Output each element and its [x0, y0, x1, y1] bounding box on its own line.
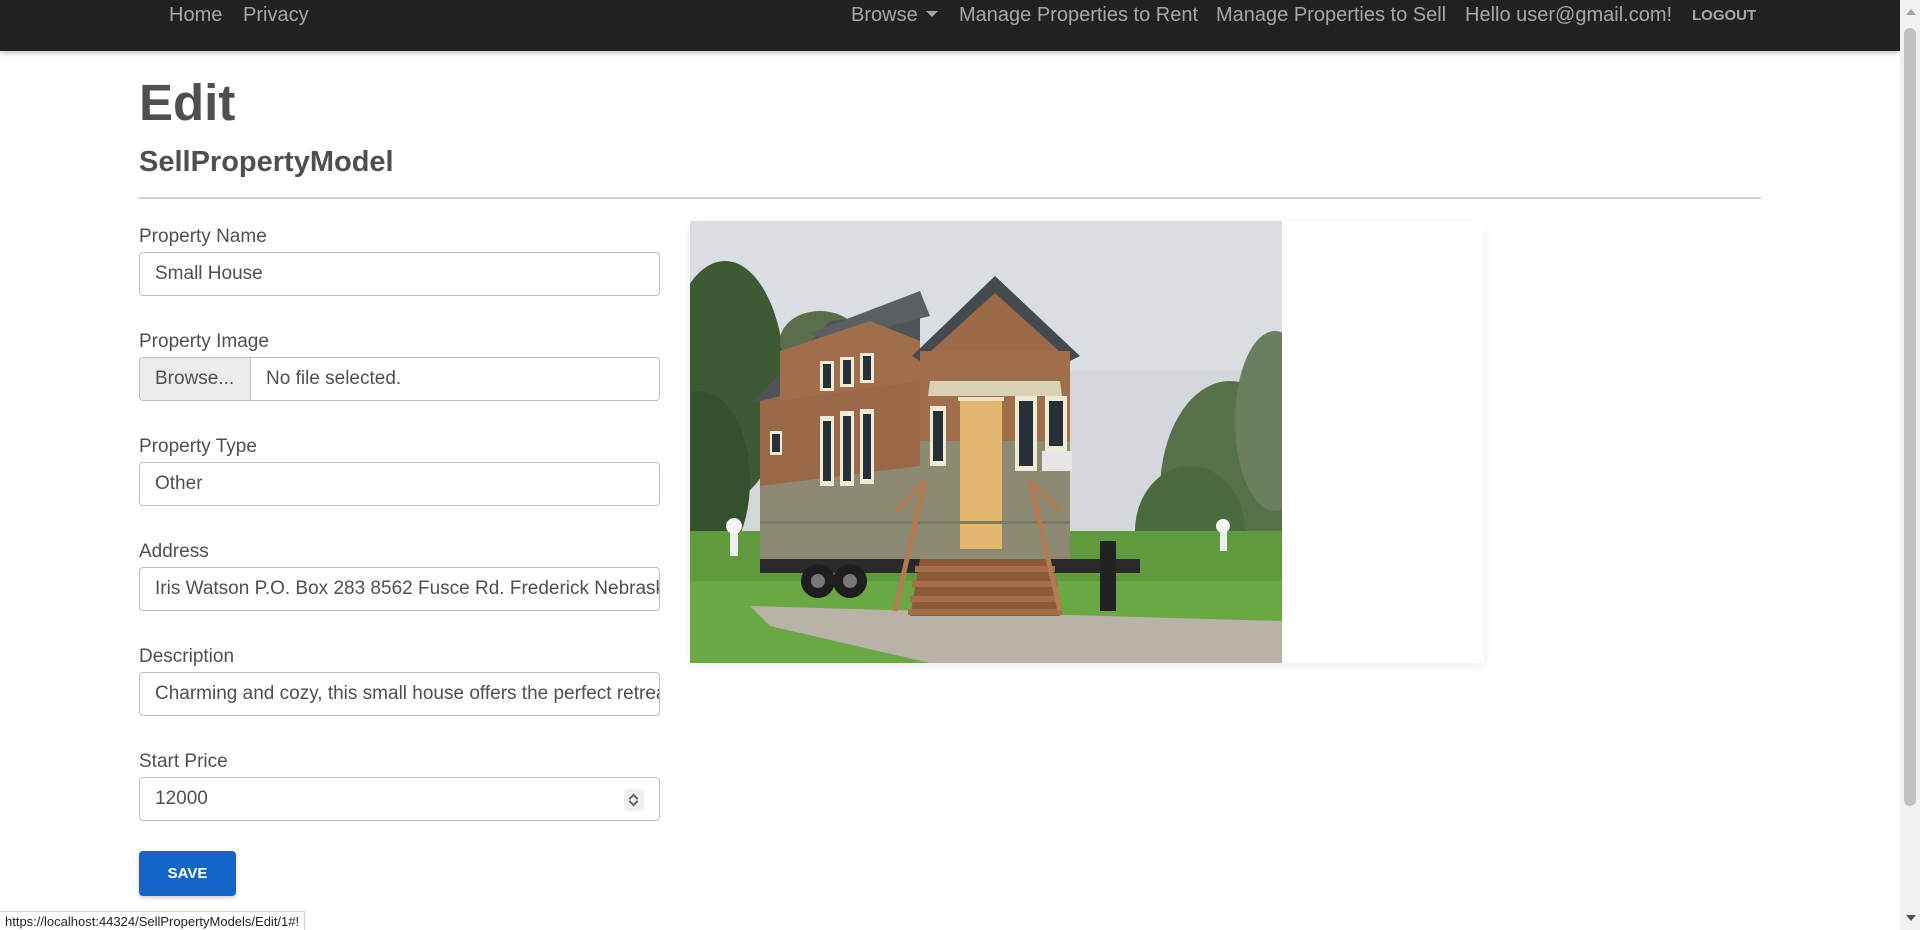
number-spinner-icon[interactable]	[624, 789, 644, 811]
description-label: Description	[139, 646, 235, 667]
address-label: Address	[139, 541, 209, 562]
property-type-input[interactable]: Other	[139, 462, 660, 506]
save-button[interactable]: SAVE	[139, 851, 236, 896]
top-navbar: Home Privacy Browse Manage Properties to…	[0, 0, 1900, 51]
description-input[interactable]: Charming and cozy, this small house offe…	[139, 672, 660, 716]
start-price-value: 12000	[155, 788, 208, 809]
property-photo	[690, 221, 1282, 663]
nav-browse-dropdown[interactable]: Browse	[851, 3, 938, 27]
scroll-thumb[interactable]	[1904, 28, 1916, 806]
scroll-up-arrow-icon[interactable]	[1906, 9, 1916, 15]
property-type-label: Property Type	[139, 436, 257, 457]
file-status-text: No file selected.	[266, 368, 402, 389]
nav-privacy-link[interactable]: Privacy	[243, 3, 309, 27]
property-image-label: Property Image	[139, 331, 269, 352]
start-price-label: Start Price	[139, 751, 228, 772]
vertical-scrollbar[interactable]	[1900, 0, 1920, 930]
property-name-input[interactable]: Small House	[139, 252, 660, 296]
caret-down-icon	[925, 11, 938, 17]
page-subtitle: SellPropertyModel	[139, 146, 394, 178]
address-input[interactable]: Iris Watson P.O. Box 283 8562 Fusce Rd. …	[139, 567, 660, 611]
page-title: Edit	[139, 74, 236, 131]
nav-home-link[interactable]: Home	[169, 3, 222, 27]
property-name-label: Property Name	[139, 226, 267, 247]
property-image-file-input[interactable]: Browse... No file selected.	[139, 357, 660, 401]
nav-user-greeting[interactable]: Hello user@gmail.com!	[1465, 3, 1672, 27]
nav-browse-label: Browse	[851, 4, 918, 26]
start-price-input[interactable]: 12000	[139, 777, 660, 821]
browse-file-button[interactable]: Browse...	[140, 358, 251, 400]
nav-manage-rent-link[interactable]: Manage Properties to Rent	[959, 3, 1198, 27]
logout-button[interactable]: LOGOUT	[1692, 4, 1756, 28]
nav-manage-sell-link[interactable]: Manage Properties to Sell	[1216, 3, 1446, 27]
scroll-down-arrow-icon[interactable]	[1906, 915, 1916, 921]
divider	[139, 197, 1761, 199]
property-image-card	[690, 221, 1484, 663]
browser-status-url: https://localhost:44324/SellPropertyMode…	[0, 911, 306, 930]
